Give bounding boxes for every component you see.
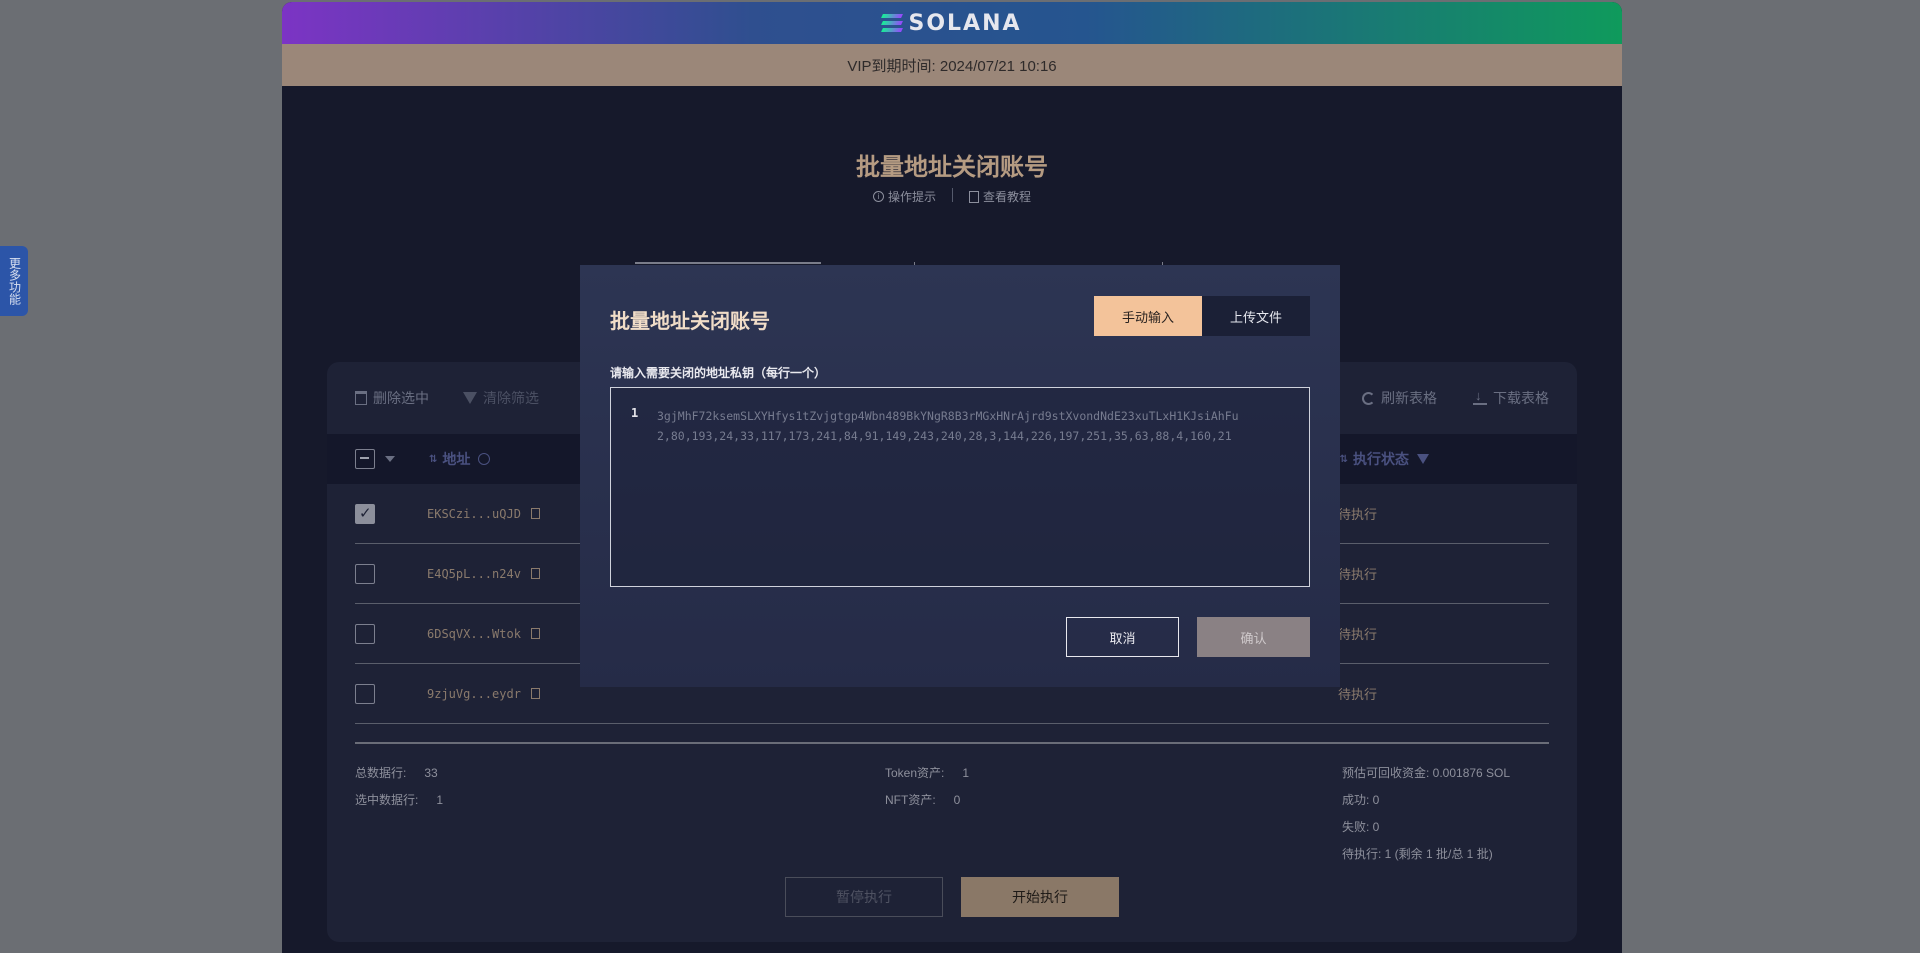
status-cell: 待执行 <box>1338 687 1378 702</box>
clear-filter-label: 清除筛选 <box>483 390 539 406</box>
sub-links: i 操作提示 查看教程 <box>282 188 1622 205</box>
hint-link-label: 操作提示 <box>887 190 936 204</box>
token-assets-label: Token资产: <box>885 766 945 780</box>
input-mode-tabs: 手动输入 上传文件 <box>1094 296 1310 336</box>
row-checkbox[interactable] <box>355 623 375 644</box>
nft-assets-value: 0 <box>953 793 961 807</box>
copy-icon[interactable] <box>530 628 540 639</box>
row-checkbox[interactable] <box>355 503 375 524</box>
tab-underline <box>635 262 821 264</box>
chevron-down-icon[interactable] <box>385 456 395 462</box>
fail-count: 失败: 0 <box>1342 820 1380 834</box>
nft-assets-label: NFT资产: <box>885 793 936 807</box>
address-text: 9zjuVg...eydr <box>427 686 521 701</box>
solana-logo: SOLANA <box>881 10 1022 36</box>
search-icon[interactable] <box>478 453 491 465</box>
pause-button[interactable]: 暂停执行 <box>785 877 943 917</box>
row-checkbox[interactable] <box>355 683 375 704</box>
summary-section: 总数据行: 33 选中数据行: 1 Token资产: 1 NFT资产: 0 预估可回收资… <box>355 742 1549 861</box>
page-title: 批量地址关闭账号 <box>856 154 1048 181</box>
success-count: 成功: 0 <box>1342 793 1380 807</box>
tab-manual-input[interactable]: 手动输入 <box>1094 296 1202 336</box>
status-cell: 待执行 <box>1338 627 1378 642</box>
total-rows-value: 33 <box>424 766 438 780</box>
close-accounts-modal: 批量地址关闭账号 手动输入 上传文件 请输入需要关闭的地址私钥（每行一个） 1 … <box>580 265 1340 687</box>
book-icon <box>969 190 979 203</box>
select-all-checkbox[interactable] <box>355 449 375 469</box>
address-text: 6DSqVX...Wtok <box>427 626 521 641</box>
line-number: 1 <box>631 406 639 420</box>
filter-icon[interactable] <box>1417 454 1429 464</box>
trash-icon <box>355 391 367 405</box>
summary-col-rows: 总数据行: 33 选中数据行: 1 <box>355 764 443 818</box>
selected-rows-label: 选中数据行: <box>355 793 419 807</box>
address-cell: EKSCzi...uQJD <box>427 507 540 521</box>
tab-upload-file[interactable]: 上传文件 <box>1202 296 1310 336</box>
vip-expiry-text: VIP到期时间: 2024/07/21 10:16 <box>847 57 1057 75</box>
vip-expiry-bar: VIP到期时间: 2024/07/21 10:16 <box>282 44 1622 86</box>
clear-filter-button[interactable]: 清除筛选 <box>463 388 539 408</box>
private-key-field-label: 请输入需要关闭的地址私钥（每行一个） <box>610 366 827 380</box>
top-banner: SOLANA <box>282 2 1622 44</box>
logo-text: SOLANA <box>908 10 1022 36</box>
refresh-icon <box>1362 391 1375 405</box>
exec-buttons: 暂停执行 开始执行 <box>327 877 1577 917</box>
delete-selected-button[interactable]: 删除选中 <box>355 388 429 408</box>
tutorial-link[interactable]: 查看教程 <box>969 188 1031 205</box>
tutorial-link-label: 查看教程 <box>983 190 1032 204</box>
address-header-label: 地址 <box>442 451 471 467</box>
more-features-label: 更多功能 <box>7 257 22 305</box>
address-text: E4Q5pL...n24v <box>427 566 521 581</box>
status-header-label: 执行状态 <box>1353 451 1409 467</box>
status-cell: 待执行 <box>1338 507 1378 522</box>
estimate-text: 预估可回收资金: 0.001876 SOL <box>1342 766 1511 780</box>
editor-content: 3gjMhF72ksemSLXYHfys1tZvjgtgp4Wbn489BkYN… <box>657 406 1291 446</box>
row-checkbox[interactable] <box>355 563 375 584</box>
status-column-header[interactable]: ⇅ 执行状态 <box>1340 449 1429 469</box>
address-cell: 6DSqVX...Wtok <box>427 627 540 641</box>
private-key-editor[interactable]: 1 3gjMhF72ksemSLXYHfys1tZvjgtgp4Wbn489Bk… <box>610 387 1310 587</box>
address-text: EKSCzi...uQJD <box>427 506 521 521</box>
divider <box>952 188 953 202</box>
start-button[interactable]: 开始执行 <box>961 877 1119 917</box>
filter-icon <box>463 392 477 404</box>
address-cell: 9zjuVg...eydr <box>427 687 540 701</box>
download-table-label: 下载表格 <box>1493 390 1549 406</box>
confirm-button[interactable]: 确认 <box>1197 617 1310 657</box>
refresh-table-label: 刷新表格 <box>1381 390 1437 406</box>
download-table-button[interactable]: 下载表格 <box>1473 388 1549 408</box>
selected-rows-value: 1 <box>436 793 444 807</box>
cancel-button[interactable]: 取消 <box>1066 617 1179 657</box>
code-line: 3gjMhF72ksemSLXYHfys1tZvjgtgp4Wbn489BkYN… <box>657 409 1239 423</box>
solana-mark-icon <box>881 14 904 32</box>
status-cell: 待执行 <box>1338 567 1378 582</box>
pending-count: 待执行: 1 (剩余 1 批/总 1 批) <box>1342 847 1493 861</box>
info-icon: i <box>872 191 884 202</box>
summary-col-assets: Token资产: 1 NFT资产: 0 <box>885 764 969 818</box>
copy-icon[interactable] <box>530 508 540 519</box>
sort-icon[interactable]: ⇅ <box>1340 454 1348 465</box>
address-column-header[interactable]: ⇅ 地址 <box>429 449 491 469</box>
delete-selected-label: 删除选中 <box>373 390 429 406</box>
summary-col-status: 预估可回收资金: 0.001876 SOL 成功: 0 失败: 0 待执行: 1… <box>1342 764 1510 872</box>
more-features-tab[interactable]: 更多功能 <box>0 246 28 316</box>
copy-icon[interactable] <box>530 568 540 579</box>
copy-icon[interactable] <box>530 688 540 699</box>
token-assets-value: 1 <box>962 766 970 780</box>
sort-icon[interactable]: ⇅ <box>429 454 437 465</box>
code-line: 2,80,193,24,33,117,173,241,84,91,149,243… <box>657 429 1232 443</box>
hint-link[interactable]: i 操作提示 <box>872 188 936 205</box>
modal-title: 批量地址关闭账号 <box>610 311 770 333</box>
total-rows-label: 总数据行: <box>355 766 407 780</box>
address-cell: E4Q5pL...n24v <box>427 567 540 581</box>
download-icon <box>1473 388 1487 405</box>
refresh-table-button[interactable]: 刷新表格 <box>1362 388 1437 408</box>
